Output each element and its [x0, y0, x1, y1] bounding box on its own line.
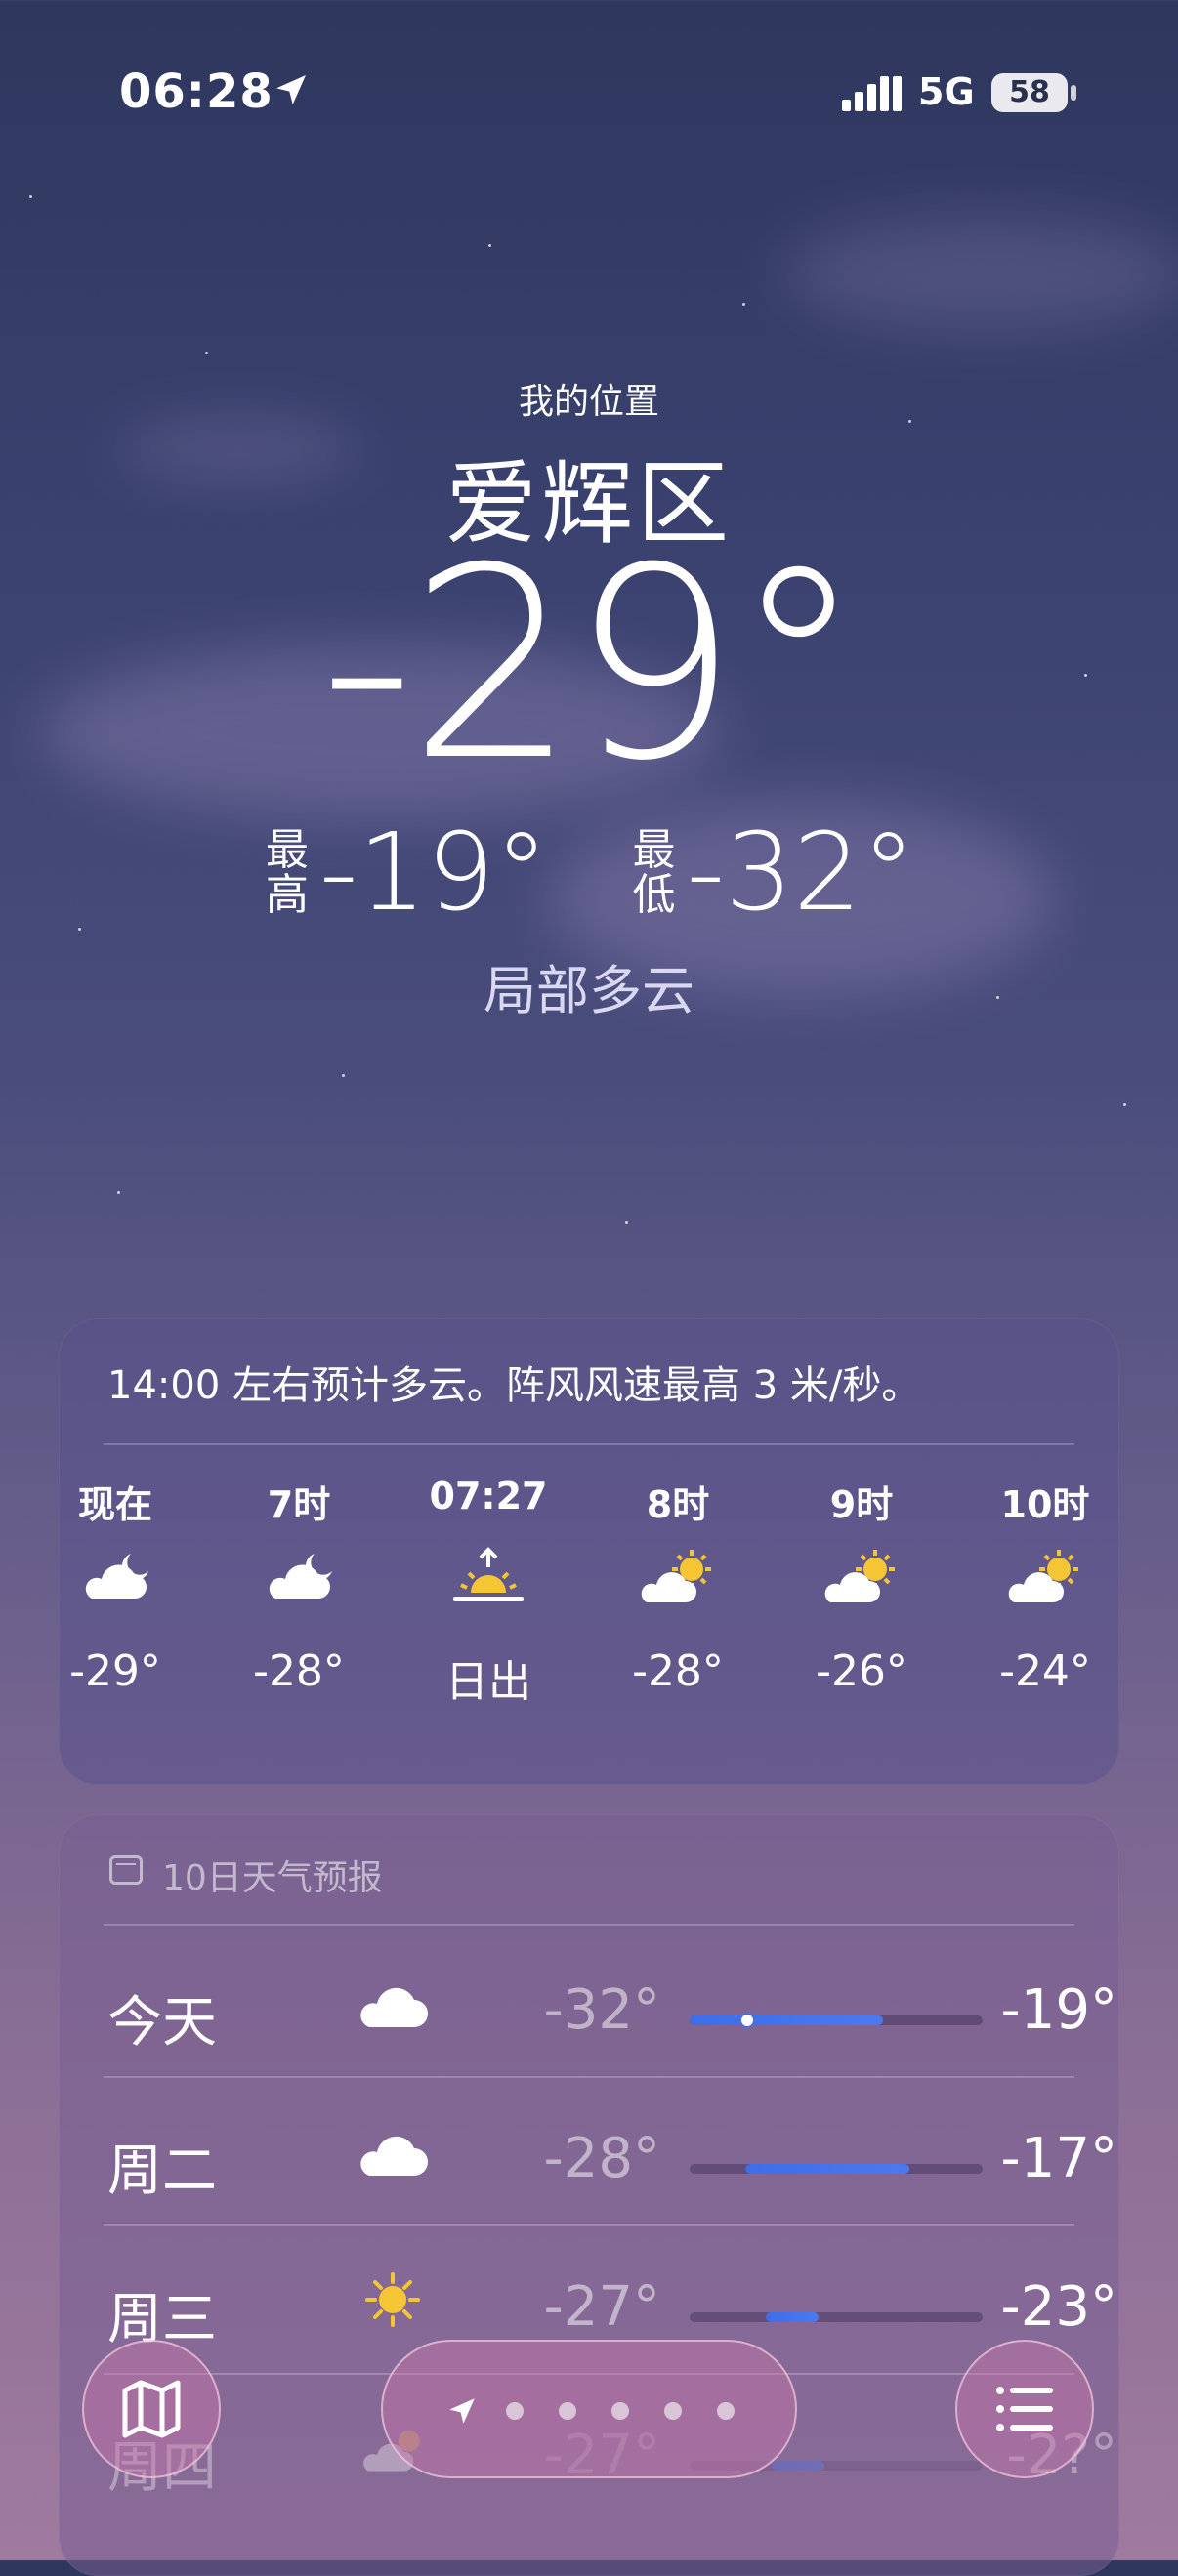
star [78, 928, 81, 931]
high-label: 最 高 [263, 828, 312, 918]
page-dot[interactable] [506, 2402, 524, 2420]
battery-cap [1071, 85, 1076, 101]
map-button[interactable] [82, 2340, 221, 2478]
row-low: -28° [543, 2127, 660, 2190]
row-low: -32° [543, 1978, 660, 2042]
current-temp-marker [739, 2013, 755, 2028]
my-location-label: 我的位置 [518, 382, 659, 422]
hour-item: 9时 -26° [774, 1475, 949, 1696]
page-dot[interactable] [611, 2402, 629, 2420]
hourly-forecast-card[interactable]: 14:00 左右预计多云。阵风风速最高 3 米/秒。 现在 -29° 7时 -2… [59, 1318, 1119, 1785]
map-icon [122, 2380, 181, 2438]
location-arrow-icon [276, 75, 306, 104]
hour-label: 9时 [829, 1483, 894, 1526]
low-label: 最 低 [629, 828, 678, 918]
hour-label: 07:27 [429, 1475, 548, 1517]
list-icon [996, 2387, 1053, 2431]
cloud-sun-icon [824, 1550, 895, 1602]
cloud-moon-icon [85, 1554, 148, 1599]
star [488, 244, 491, 247]
hour-label: 现在 [77, 1483, 152, 1526]
hour-temp: -28° [253, 1646, 345, 1696]
low-label-text: 最 低 [632, 825, 676, 920]
city-list-button[interactable] [955, 2340, 1094, 2478]
status-bar: 06:28 5G 58 [0, 59, 1178, 127]
current-temperature: -29° [319, 511, 864, 818]
hour-label: 8时 [646, 1483, 710, 1526]
hour-item: 10时 -24° [957, 1475, 1119, 1696]
temperature-range-bar [690, 2164, 983, 2174]
range-fill [766, 2312, 819, 2322]
star [1123, 1103, 1126, 1106]
hour-temp: -29° [69, 1646, 161, 1696]
page-dot[interactable] [664, 2402, 682, 2420]
location-arrow-icon [449, 2398, 475, 2424]
star [29, 195, 32, 198]
forecast-row[interactable]: 周二 -28° -17° [104, 2078, 1119, 2224]
star [342, 1074, 345, 1077]
range-fill [772, 2461, 824, 2471]
divider [104, 1924, 1074, 1926]
temperature-range-bar [690, 2013, 983, 2028]
star [625, 1221, 628, 1224]
network-type: 5G [918, 70, 975, 113]
sunrise-icon [453, 1547, 524, 1601]
temperature-range-bar [690, 2312, 983, 2322]
status-time: 06:28 [119, 64, 273, 119]
page-dot[interactable] [559, 2402, 576, 2420]
star [742, 303, 745, 306]
calendar-icon [109, 1855, 143, 1885]
star [205, 352, 208, 354]
high-label-text: 最 高 [265, 825, 309, 920]
hour-temp: 日出 [445, 1657, 531, 1707]
row-day: 今天 [107, 1991, 217, 2055]
row-high: -19° [1000, 1978, 1117, 2042]
hour-item: 07:27 日出 [400, 1475, 576, 1709]
row-day: 周二 [107, 2140, 217, 2203]
cloud-sun-icon [1008, 1550, 1078, 1602]
hour-item: 现在 -29° [59, 1475, 203, 1696]
range-fill [745, 2164, 909, 2174]
sun-icon [365, 2272, 420, 2327]
high-low-row: 最 高 -19° 最 低 -32° [0, 818, 1178, 926]
low-temperature: -32° [686, 810, 916, 935]
hour-label: 10时 [1000, 1483, 1090, 1526]
star [117, 1191, 120, 1194]
range-fill [690, 2015, 883, 2025]
page-dot[interactable] [717, 2402, 735, 2420]
sky-cloud [781, 215, 1178, 332]
condition-text: 局部多云 [484, 960, 694, 1021]
row-low: -27° [543, 2275, 660, 2339]
cellular-signal-icon [842, 76, 902, 111]
divider [104, 1443, 1074, 1445]
forecast-row[interactable]: 今天 -32° -19° [104, 1930, 1119, 2076]
high-temperature: -19° [318, 810, 549, 935]
cloud-icon [360, 1987, 428, 2027]
cloud-icon [360, 2136, 428, 2176]
row-high: -17° [1000, 2127, 1117, 2190]
page-indicator[interactable] [381, 2340, 797, 2478]
hour-item: 7时 -28° [211, 1475, 387, 1696]
battery-indicator: 58 [991, 73, 1068, 112]
cloud-sun-icon [641, 1550, 711, 1602]
hour-temp: -26° [816, 1646, 907, 1696]
hour-temp: -24° [999, 1646, 1091, 1696]
hourly-scroll[interactable]: 现在 -29° 7时 -28° 07:27 日出 8时 -28° 9时 -26°… [59, 1475, 1119, 1767]
hour-label: 7时 [267, 1483, 331, 1526]
hour-temp: -28° [632, 1646, 724, 1696]
ten-day-title: 10日天气预报 [162, 1858, 383, 1898]
row-high: -23° [1000, 2275, 1117, 2339]
forecast-summary: 14:00 左右预计多云。阵风风速最高 3 米/秒。 [107, 1363, 921, 1408]
hour-item: 8时 -28° [590, 1475, 766, 1696]
cloud-moon-icon [269, 1554, 332, 1599]
